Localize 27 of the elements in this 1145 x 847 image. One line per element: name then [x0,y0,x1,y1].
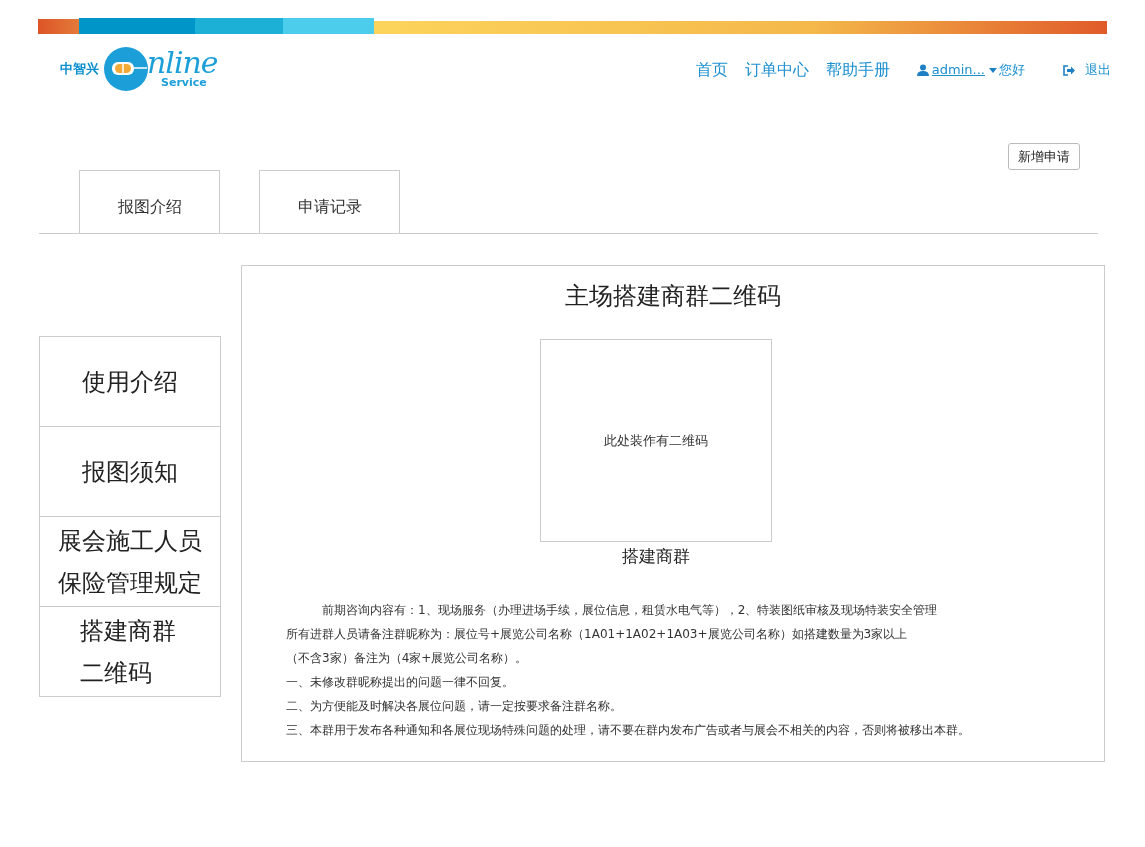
tab[interactable]: 报图介绍 [79,170,220,234]
sidebar-item[interactable]: 报图须知 [39,426,221,517]
user-icon [916,64,929,76]
sidebar-item[interactable]: 搭建商群二维码 [39,606,221,697]
user-link[interactable]: admin... [931,60,985,80]
qr-caption: 搭建商群 [621,545,690,568]
info-text: （不含3家）备注为（4家+展览公司名称）。 [286,649,529,667]
nav-link[interactable]: 帮助手册 [825,58,890,82]
tab[interactable]: 申请记录 [259,170,400,234]
greeting: 您好 [999,61,1025,80]
logout-link[interactable]: 退出 [1085,60,1111,80]
logo: 中智兴 nline Service [60,45,218,93]
sidebar-item[interactable]: 展会施工人员保险管理规定 [39,516,221,607]
nav-link[interactable]: 订单中心 [744,58,809,82]
info-text: 所有进群人员请备注群昵称为：展位号+展览公司名称（1A01+1A02+1A03+展览公司名称）如搭建数量为3家以上 [286,625,909,643]
info-text: 一、未修改群昵称提出的问题一律不回复。 [286,673,515,691]
qr-code-area: 此处装作有二维码 [539,339,772,542]
panel-title: 主场搭建商群二维码 [565,281,781,312]
sidebar-item[interactable]: 使用介绍 [39,336,221,427]
logout-icon [1063,64,1075,76]
nav-link[interactable]: 首页 [695,58,728,82]
mouse-logo-icon [103,46,149,92]
info-text: 三、本群用于发布各种通知和各展位现场特殊问题的处理，请不要在群内发布广告或者与展会不相关的内容，否则将被移出本群。 [286,721,970,739]
info-text: 前期咨询内容有：1、现场服务（办理进场手续，展位信息，租赁水电气等），2、特装图纸审核及现场特装安全管理 [321,601,939,619]
new-application-button[interactable]: 新增申请 [1008,143,1080,170]
caret-icon[interactable] [989,67,997,73]
info-text: 二、为方便能及时解决各展位问题，请一定按要求备注群名称。 [286,697,623,715]
